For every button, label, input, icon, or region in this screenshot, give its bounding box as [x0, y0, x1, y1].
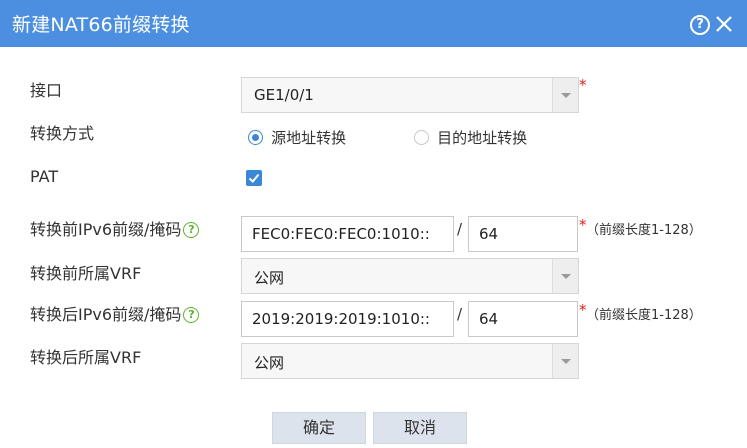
post-prefix-mask-input[interactable]: 64 — [468, 301, 578, 337]
pre-prefix-label-text: 转换前IPv6前缀/掩码 — [30, 220, 182, 239]
radio-selected-icon[interactable] — [248, 130, 263, 145]
prefix-separator: / — [457, 305, 463, 323]
required-mark: * — [579, 76, 587, 94]
help-icon[interactable]: ? — [690, 15, 710, 35]
interface-select[interactable]: GE1/0/1 — [241, 77, 579, 113]
interface-value: GE1/0/1 — [254, 86, 314, 104]
post-prefix-label-text: 转换后IPv6前缀/掩码 — [30, 305, 182, 324]
prefix-length-hint: （前缀长度1-128） — [586, 308, 702, 323]
pre-prefix-address-input[interactable]: FEC0:FEC0:FEC0:1010:: — [241, 216, 454, 252]
chevron-down-icon[interactable] — [552, 344, 578, 378]
post-prefix-address-input[interactable]: 2019:2019:2019:1010:: — [241, 301, 454, 337]
mode-label: 转换方式 — [30, 124, 95, 143]
pre-prefix-label: 转换前IPv6前缀/掩码? — [30, 216, 200, 240]
pre-vrf-select[interactable]: 公网 — [241, 258, 579, 294]
pre-vrf-value: 公网 — [254, 269, 285, 287]
pat-checkbox[interactable] — [246, 170, 262, 186]
prefix-separator: / — [457, 220, 463, 238]
dialog-titlebar: 新建NAT66前缀转换 ? — [0, 0, 747, 47]
help-icon[interactable]: ? — [183, 307, 200, 323]
chevron-down-icon[interactable] — [552, 259, 578, 293]
post-vrf-select[interactable]: 公网 — [241, 343, 579, 379]
pat-label: PAT — [30, 167, 59, 186]
cancel-button[interactable]: 取消 — [373, 412, 467, 444]
radio-label: 目的地址转换 — [437, 129, 528, 147]
check-icon — [248, 173, 260, 183]
chevron-down-icon[interactable] — [552, 78, 578, 112]
prefix-length-hint: （前缀长度1-128） — [586, 223, 702, 238]
radio-unselected-icon[interactable] — [414, 130, 429, 145]
pre-vrf-label: 转换前所属VRF — [30, 264, 142, 283]
radio-source-translation[interactable]: 源地址转换 — [248, 127, 347, 147]
interface-label: 接口 — [30, 81, 63, 100]
pre-prefix-mask-input[interactable]: 64 — [468, 216, 578, 252]
nat66-prefix-dialog: 新建NAT66前缀转换 ? 接口 GE1/0/1 * 转换方式 源地址转换 目的… — [0, 0, 747, 448]
help-icon[interactable]: ? — [183, 222, 200, 238]
post-prefix-label: 转换后IPv6前缀/掩码? — [30, 301, 200, 325]
radio-destination-translation[interactable]: 目的地址转换 — [414, 127, 528, 147]
dialog-title: 新建NAT66前缀转换 — [12, 14, 190, 36]
radio-label: 源地址转换 — [271, 129, 347, 147]
ok-button[interactable]: 确定 — [272, 412, 366, 444]
close-icon[interactable] — [713, 13, 735, 35]
post-vrf-label: 转换后所属VRF — [30, 348, 142, 367]
post-vrf-value: 公网 — [254, 354, 285, 372]
